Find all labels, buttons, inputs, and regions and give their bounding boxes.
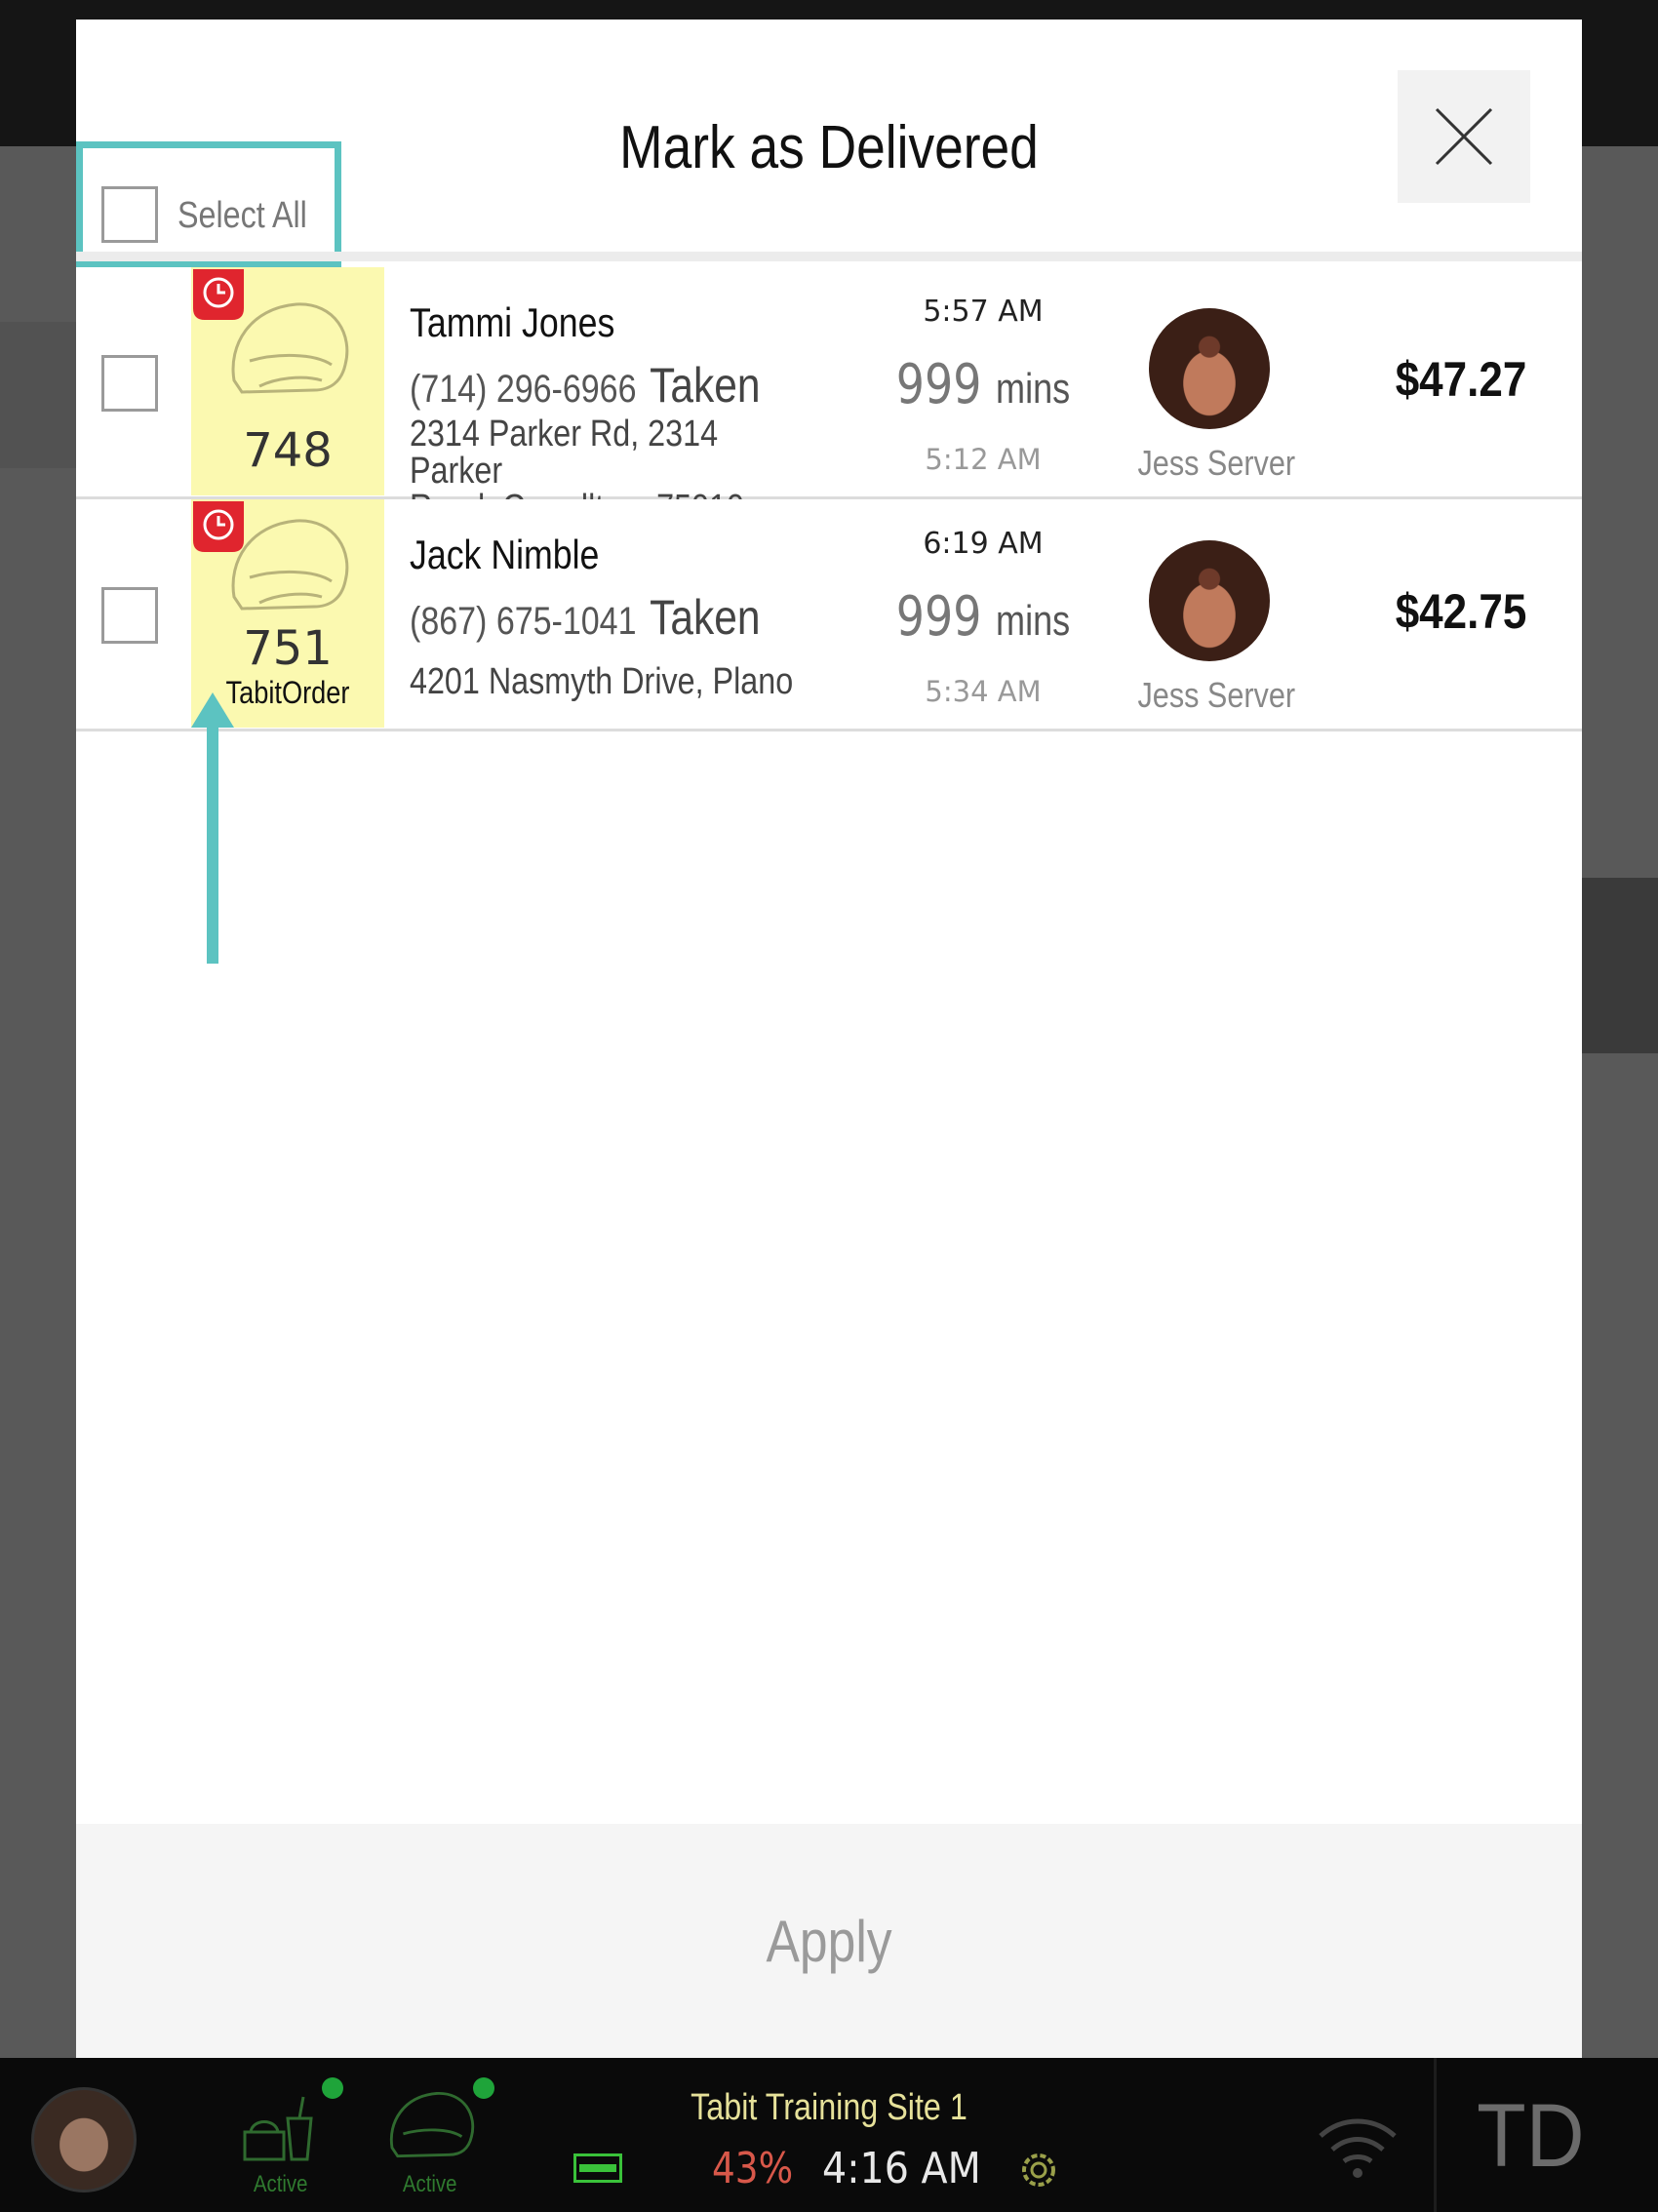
select-all-label: Select All bbox=[178, 195, 307, 236]
status-bar: Active Active Tabit Training Site 1 43% … bbox=[0, 2058, 1658, 2212]
order-status: Taken bbox=[650, 590, 761, 645]
address-line: 2314 Parker Rd, 2314 Parker bbox=[410, 414, 719, 492]
minutes-label: mins bbox=[996, 597, 1071, 645]
background-right bbox=[1582, 146, 1658, 2058]
order-row[interactable]: 751 TabitOrder Jack Nimble (867) 675-104… bbox=[76, 499, 1582, 731]
order-ticket: 748 bbox=[191, 267, 384, 495]
promised-time: 5:57 AM bbox=[923, 295, 1044, 329]
ticket-number: 751 bbox=[243, 621, 333, 676]
elapsed-minutes: 999 mins bbox=[891, 353, 1076, 416]
status-divider bbox=[1434, 2058, 1437, 2212]
promised-time: 6:19 AM bbox=[923, 527, 1044, 561]
site-name: Tabit Training Site 1 bbox=[691, 2087, 967, 2128]
order-time: 5:12 AM bbox=[925, 443, 1042, 476]
apply-button[interactable]: Apply bbox=[76, 1824, 1582, 2058]
select-all-checkbox[interactable] bbox=[101, 186, 158, 243]
server-name: Jess Server bbox=[1137, 675, 1296, 715]
current-time: 4:16 AM bbox=[822, 2144, 981, 2193]
takeout-icon[interactable] bbox=[239, 2093, 317, 2163]
apply-label: Apply bbox=[766, 1908, 892, 1974]
order-row[interactable]: 748 Tammi Jones (714) 296-6966 Taken 2314… bbox=[76, 267, 1582, 527]
order-total: $42.75 bbox=[1395, 584, 1527, 639]
customer-address: 4201 Nasmyth Drive, Plano bbox=[410, 663, 800, 700]
order-checkbox[interactable] bbox=[101, 355, 158, 412]
wifi-icon bbox=[1319, 2118, 1397, 2178]
minutes-value: 999 bbox=[895, 585, 982, 649]
active-indicator bbox=[473, 2077, 494, 2099]
mark-delivered-dialog: Mark as Delivered Select All 748 Tammi J… bbox=[76, 20, 1582, 2058]
battery-percent: 43% bbox=[712, 2144, 794, 2193]
dine-in-status: Active bbox=[253, 2171, 308, 2197]
order-time: 5:34 AM bbox=[925, 675, 1042, 708]
delivery-helmet-icon bbox=[231, 302, 349, 394]
server-avatar bbox=[1149, 540, 1270, 661]
order-status: Taken bbox=[650, 358, 761, 413]
server-name: Jess Server bbox=[1137, 443, 1296, 483]
close-icon bbox=[1435, 107, 1493, 166]
server-avatar bbox=[1149, 308, 1270, 429]
ticket-number: 748 bbox=[243, 423, 333, 478]
dialog-title: Mark as Delivered bbox=[619, 114, 1039, 181]
minutes-value: 999 bbox=[895, 353, 982, 416]
order-total: $47.27 bbox=[1395, 352, 1527, 407]
battery-fill bbox=[579, 2164, 616, 2172]
user-avatar[interactable] bbox=[31, 2087, 137, 2192]
customer-name: Tammi Jones bbox=[410, 299, 615, 345]
user-initials[interactable]: TD bbox=[1477, 2085, 1584, 2188]
delivery-status: Active bbox=[402, 2171, 457, 2197]
header-divider bbox=[76, 252, 1582, 261]
background-band bbox=[0, 322, 76, 468]
active-indicator bbox=[322, 2077, 343, 2099]
background-band bbox=[1582, 878, 1658, 1053]
order-checkbox[interactable] bbox=[101, 587, 158, 644]
gear-icon[interactable] bbox=[1014, 2146, 1063, 2194]
battery-icon bbox=[573, 2153, 622, 2183]
delivery-helmet-icon bbox=[231, 519, 349, 611]
close-button[interactable] bbox=[1398, 70, 1530, 203]
elapsed-minutes: 999 mins bbox=[891, 585, 1076, 649]
delivery-helmet-icon[interactable] bbox=[382, 2087, 480, 2165]
address-line: 4201 Nasmyth Drive, Plano bbox=[410, 661, 794, 702]
customer-phone: (714) 296-6966 Taken bbox=[410, 357, 761, 414]
annotation-arrow-icon bbox=[191, 692, 234, 964]
customer-phone: (867) 675-1041 Taken bbox=[410, 589, 761, 646]
phone-number: (867) 675-1041 bbox=[410, 600, 637, 643]
customer-name: Jack Nimble bbox=[410, 532, 600, 577]
phone-number: (714) 296-6966 bbox=[410, 368, 637, 411]
minutes-label: mins bbox=[996, 365, 1071, 413]
